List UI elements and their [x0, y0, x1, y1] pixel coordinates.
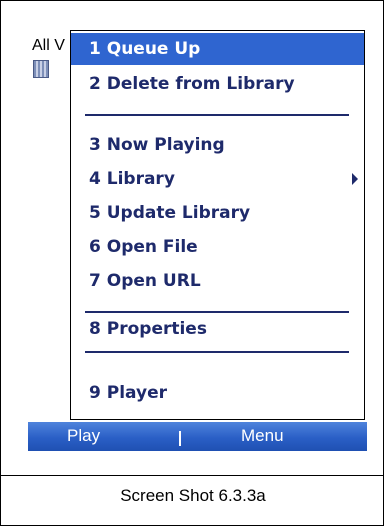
submenu-arrow-icon [352, 173, 358, 185]
figure-caption: Screen Shot 6.3.3a [120, 486, 266, 505]
context-menu: 1 Queue Up 2 Delete from Library 3 Now P… [70, 30, 365, 420]
menu-item-open-file[interactable]: 6 Open File [71, 231, 364, 263]
album-art-icon [33, 60, 49, 78]
softkey-divider [179, 431, 181, 446]
softkey-play[interactable]: Play [67, 426, 100, 446]
menu-item-now-playing[interactable]: 3 Now Playing [71, 129, 364, 161]
softkey-menu[interactable]: Menu [241, 426, 284, 446]
menu-item-update-library[interactable]: 5 Update Library [71, 197, 364, 229]
menu-item-open-url[interactable]: 7 Open URL [71, 265, 364, 297]
menu-item-queue-up[interactable]: 1 Queue Up [71, 33, 364, 65]
menu-item-properties[interactable]: 8 Properties [71, 313, 364, 345]
menu-item-delete-from-library[interactable]: 2 Delete from Library [71, 68, 364, 100]
menu-separator [85, 351, 349, 353]
background-list-item[interactable] [33, 60, 50, 78]
device-screen: All V 1 Queue Up 2 Delete from Library 3… [28, 30, 367, 451]
menu-item-player[interactable]: 9 Player [71, 377, 364, 409]
menu-item-library-label: 4 Library [89, 169, 175, 189]
figure-frame: All V 1 Queue Up 2 Delete from Library 3… [0, 0, 384, 526]
menu-separator [85, 114, 349, 116]
softkey-bar: Play Menu [28, 422, 367, 451]
background-title: All V [32, 37, 65, 54]
caption-divider [1, 475, 383, 476]
menu-item-library[interactable]: 4 Library [71, 163, 364, 195]
